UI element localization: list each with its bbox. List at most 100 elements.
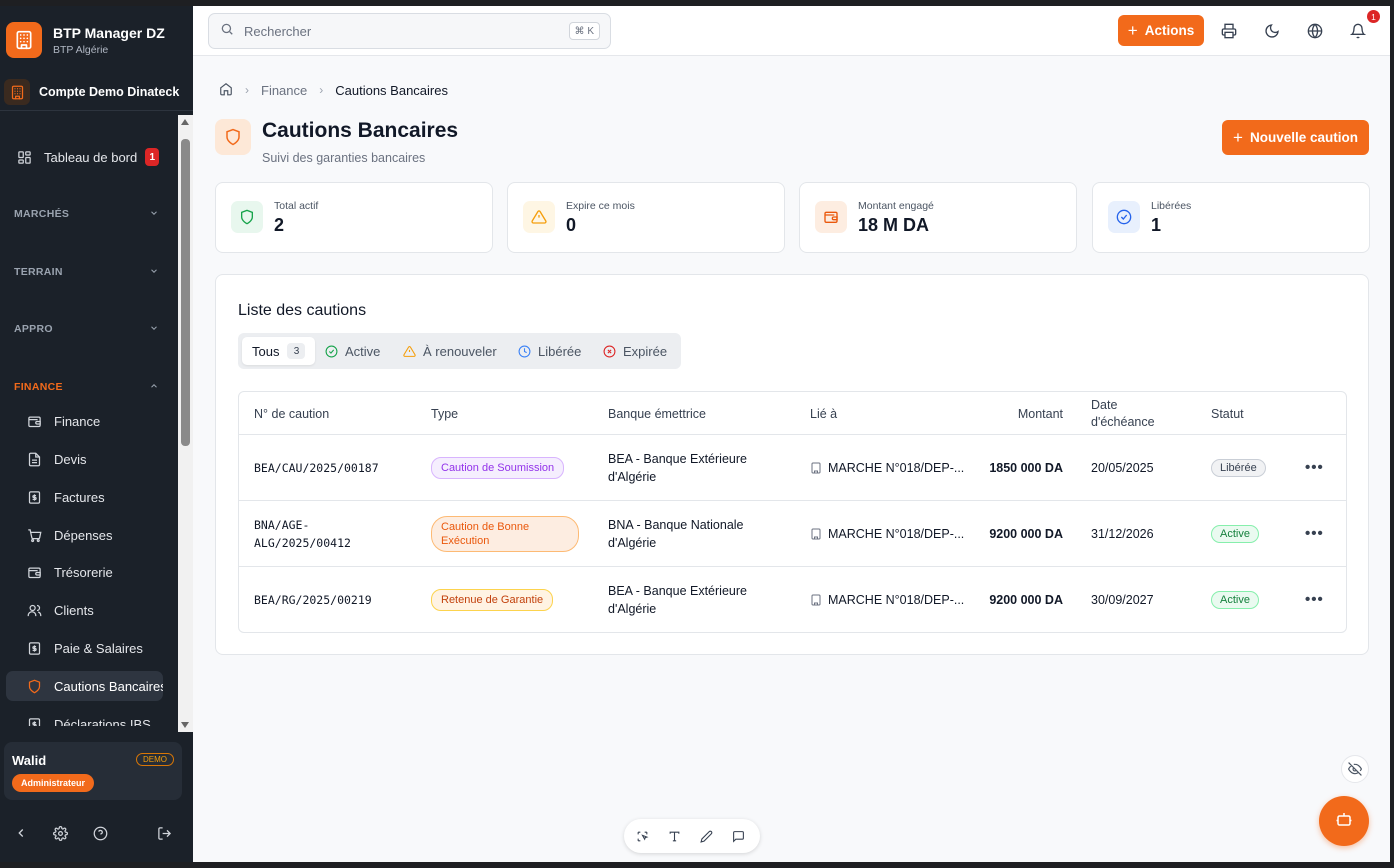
stat-card-liberees: Libérées 1 <box>1092 182 1370 253</box>
column-header-amount[interactable]: Montant <box>979 392 1063 435</box>
actions-label: Actions <box>1144 23 1195 38</box>
filter-expiree[interactable]: Expirée <box>593 337 677 365</box>
column-header-line: d'échéance <box>1091 414 1155 429</box>
building-icon <box>4 79 30 105</box>
amount: 1850 000 DA <box>989 460 1063 475</box>
caution-number-line: BNA/AGE- <box>254 517 310 532</box>
annotation-toolbar <box>624 819 760 853</box>
logout-icon[interactable] <box>155 824 173 842</box>
brand[interactable]: BTP Manager DZ BTP Algérie <box>6 20 186 60</box>
pencil-tool-icon[interactable] <box>698 828 714 844</box>
sidebar-scrollbar[interactable] <box>178 115 193 732</box>
sidebar-item-label: Paie & Salaires <box>54 640 143 656</box>
linked-market[interactable]: MARCHE N°018/DEP-... <box>810 501 964 566</box>
sidebar-item-depenses[interactable]: Dépenses <box>6 520 163 550</box>
section-terrain[interactable]: TERRAIN <box>14 262 159 282</box>
stat-card-expire-mois: Expire ce mois 0 <box>507 182 785 253</box>
notification-count: 1 <box>1367 10 1380 23</box>
select-tool-icon[interactable] <box>634 828 650 844</box>
user-name: Walid <box>12 753 47 768</box>
table-row[interactable]: BNA/AGE- ALG/2025/00412 Caution de Bonne… <box>239 500 1346 566</box>
alert-triangle-icon <box>523 201 555 233</box>
section-appro[interactable]: APPRO <box>14 319 159 339</box>
column-header-number[interactable]: N° de caution <box>254 392 329 435</box>
search-placeholder: Rechercher <box>244 23 312 39</box>
type-badge: Retenue de Garantie <box>431 588 554 611</box>
sidebar-item-tresorerie[interactable]: Trésorerie <box>6 557 163 587</box>
caution-number: BNA/AGE- ALG/2025/00412 <box>254 501 351 566</box>
sidebar-item-factures[interactable]: Factures <box>6 482 163 512</box>
caution-type: Caution de Bonne Exécution <box>431 501 579 566</box>
help-circle-icon[interactable] <box>91 824 109 842</box>
gear-icon[interactable] <box>51 824 69 842</box>
more-options-icon[interactable]: ••• <box>1305 567 1324 632</box>
text-tool-icon[interactable] <box>666 828 682 844</box>
column-header-type[interactable]: Type <box>431 392 458 435</box>
sidebar-item-paie[interactable]: Paie & Salaires <box>6 633 163 663</box>
linked-market[interactable]: MARCHE N°018/DEP-... <box>810 435 964 500</box>
sidebar-item-ibs[interactable]: Déclarations IBS <box>6 709 163 726</box>
due-date: 31/12/2026 <box>1091 526 1154 541</box>
building-icon <box>810 594 822 606</box>
new-caution-button[interactable]: + Nouvelle caution <box>1222 120 1369 155</box>
user-card[interactable]: Walid DEMO Administrateur <box>4 742 182 800</box>
home-icon[interactable] <box>219 82 233 99</box>
shopping-cart-icon <box>26 527 42 543</box>
eye-off-icon[interactable] <box>1341 755 1369 783</box>
bank-line: BEA - Banque Extérieure <box>608 583 747 598</box>
sidebar-item-dashboard[interactable]: Tableau de bord 1 <box>10 142 167 172</box>
scroll-down-arrow-icon[interactable] <box>181 722 189 728</box>
sidebar-item-clients[interactable]: Clients <box>6 595 163 625</box>
section-label: FINANCE <box>14 381 63 393</box>
chevron-left-icon[interactable] <box>12 824 30 842</box>
search-input[interactable]: Rechercher ⌘ K <box>208 13 611 49</box>
sidebar-item-cautions[interactable]: Cautions Bancaires <box>6 671 163 701</box>
scroll-up-arrow-icon[interactable] <box>181 119 189 125</box>
bank-line: d'Algérie <box>608 601 657 616</box>
moon-icon[interactable] <box>1262 21 1282 41</box>
breadcrumb-finance[interactable]: Finance <box>261 83 307 98</box>
wallet-icon <box>815 201 847 233</box>
filter-a-renouveler[interactable]: À renouveler <box>393 337 507 365</box>
bank-line: d'Algérie <box>608 535 657 550</box>
stat-label: Montant engagé <box>858 200 934 212</box>
column-header-due-date[interactable]: Date d'échéance <box>1091 392 1155 435</box>
account-switcher[interactable]: Compte Demo Dinateck <box>0 76 193 108</box>
more-options-icon[interactable]: ••• <box>1305 435 1324 500</box>
section-finance[interactable]: FINANCE <box>14 377 159 397</box>
filter-tous[interactable]: Tous 3 <box>242 337 316 365</box>
filter-liberee[interactable]: Libérée <box>508 337 591 365</box>
sidebar-item-finance[interactable]: Finance <box>6 406 163 436</box>
column-header-status[interactable]: Statut <box>1211 392 1244 435</box>
role-badge: Administrateur <box>12 774 95 792</box>
comment-tool-icon[interactable] <box>730 828 746 844</box>
status: Active <box>1211 501 1259 566</box>
linked-market[interactable]: MARCHE N°018/DEP-... <box>810 567 964 632</box>
check-circle-icon <box>325 345 338 358</box>
section-marches[interactable]: MARCHÉS <box>14 204 159 224</box>
receipt-icon <box>26 640 42 656</box>
globe-icon[interactable] <box>1305 21 1325 41</box>
bank-name: BEA - Banque Extérieure d'Algérie <box>608 567 747 632</box>
bell-icon[interactable] <box>1348 21 1368 41</box>
sidebar-item-devis[interactable]: Devis <box>6 444 163 474</box>
status-badge: Active <box>1211 590 1259 609</box>
section-label: TERRAIN <box>14 266 63 278</box>
filter-label: Expirée <box>623 343 668 359</box>
scroll-thumb[interactable] <box>181 139 190 446</box>
table-row[interactable]: BEA/CAU/2025/00187 Caution de Soumission… <box>239 434 1346 500</box>
column-header-linked[interactable]: Lié à <box>810 392 837 435</box>
plus-icon: + <box>1127 20 1138 40</box>
filter-active[interactable]: Active <box>315 337 390 365</box>
caution-number-line: BEA/CAU/2025/00187 <box>254 460 379 475</box>
printer-icon[interactable] <box>1219 21 1239 41</box>
more-options-icon[interactable]: ••• <box>1305 501 1324 566</box>
bank-line: d'Algérie <box>608 469 657 484</box>
alert-triangle-icon <box>403 345 416 358</box>
stat-label: Expire ce mois <box>566 200 635 212</box>
sidebar: BTP Manager DZ BTP Algérie Compte Demo D… <box>0 6 193 862</box>
assistant-bot-button[interactable] <box>1319 796 1369 846</box>
actions-button[interactable]: + Actions <box>1118 15 1204 46</box>
column-header-bank[interactable]: Banque émettrice <box>608 392 706 435</box>
table-row[interactable]: BEA/RG/2025/00219 Retenue de Garantie BE… <box>239 566 1346 632</box>
